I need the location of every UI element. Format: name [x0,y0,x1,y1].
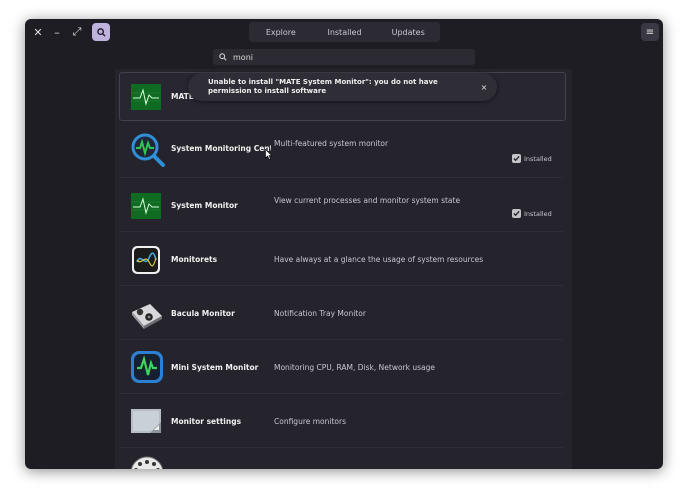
app-row-system-monitoring-center[interactable]: System Monitoring Center Multi-featured … [120,124,563,178]
error-toast: Unable to install "MATE System Monitor":… [188,73,497,101]
installed-label: Installed [524,209,552,218]
maximize-window-button[interactable]: ⤢ [68,23,86,41]
search-icon [215,49,231,65]
view-switcher: Explore Installed Updates [249,22,440,42]
app-row-partial[interactable] [120,448,563,469]
main-menu-button[interactable]: ≡ [641,23,659,41]
monitorets-icon [130,244,162,276]
system-monitor-icon [130,190,162,222]
disc-icon [130,456,164,469]
app-name: Bacula Monitor [171,309,235,318]
app-description: Configure monitors [274,417,346,426]
mate-monitor-icon [130,81,162,113]
tab-installed[interactable]: Installed [313,22,377,42]
mouse-pointer-icon [265,149,273,160]
app-description: Have always at a glance the usage of sys… [274,255,484,264]
installed-label: Installed [524,154,552,163]
checkmark-icon [512,154,521,163]
app-row-monitor-settings[interactable]: Monitor settings Configure monitors [120,394,563,448]
app-row-mini-system-monitor[interactable]: Mini System Monitor Monitoring CPU, RAM,… [120,340,563,394]
app-row-system-monitor[interactable]: System Monitor View current processes an… [120,178,563,232]
toast-message: Unable to install "MATE System Monitor":… [208,78,438,95]
tab-updates[interactable]: Updates [376,22,440,42]
search-icon [96,27,106,37]
app-description: Monitoring CPU, RAM, Disk, Network usage [274,363,435,372]
search-toggle-button[interactable] [92,23,110,41]
app-row-bacula-monitor[interactable]: Bacula Monitor Notification Tray Monitor [120,286,563,340]
close-window-button[interactable]: ✕ [29,23,47,41]
checkmark-icon [512,209,521,218]
tab-explore[interactable]: Explore [249,22,313,42]
minimize-window-button[interactable]: – [48,23,66,41]
installed-badge: Installed [512,154,552,163]
app-name: Monitorets [171,255,218,264]
app-window: ✕ – ⤢ Explore Installed Updates ≡ moni M… [25,19,663,469]
monitor-settings-icon [130,406,162,438]
app-name: Monitor settings [171,417,242,426]
app-description: Multi-featured system monitor [274,139,389,148]
search-input[interactable] [231,52,465,62]
app-description: View current processes and monitor syste… [274,196,461,205]
close-icon: × [480,82,488,92]
app-description: Notification Tray Monitor [274,309,366,318]
bacula-monitor-icon [130,298,162,330]
installed-badge: Installed [512,209,552,218]
mini-system-monitor-icon [130,350,163,383]
header-bar: ✕ – ⤢ Explore Installed Updates ≡ [25,19,663,45]
app-name: Mini System Monitor [171,363,259,372]
app-name: System Monitor [171,201,238,210]
system-monitoring-center-icon [130,132,165,167]
app-name: System Monitoring Center [171,144,271,153]
app-row-monitorets[interactable]: Monitorets Have always at a glance the u… [120,232,563,286]
toast-close-button[interactable]: × [478,81,490,93]
search-bar [213,49,475,65]
search-results-list: MATE System Monitor System Monitoring Ce… [115,69,572,469]
